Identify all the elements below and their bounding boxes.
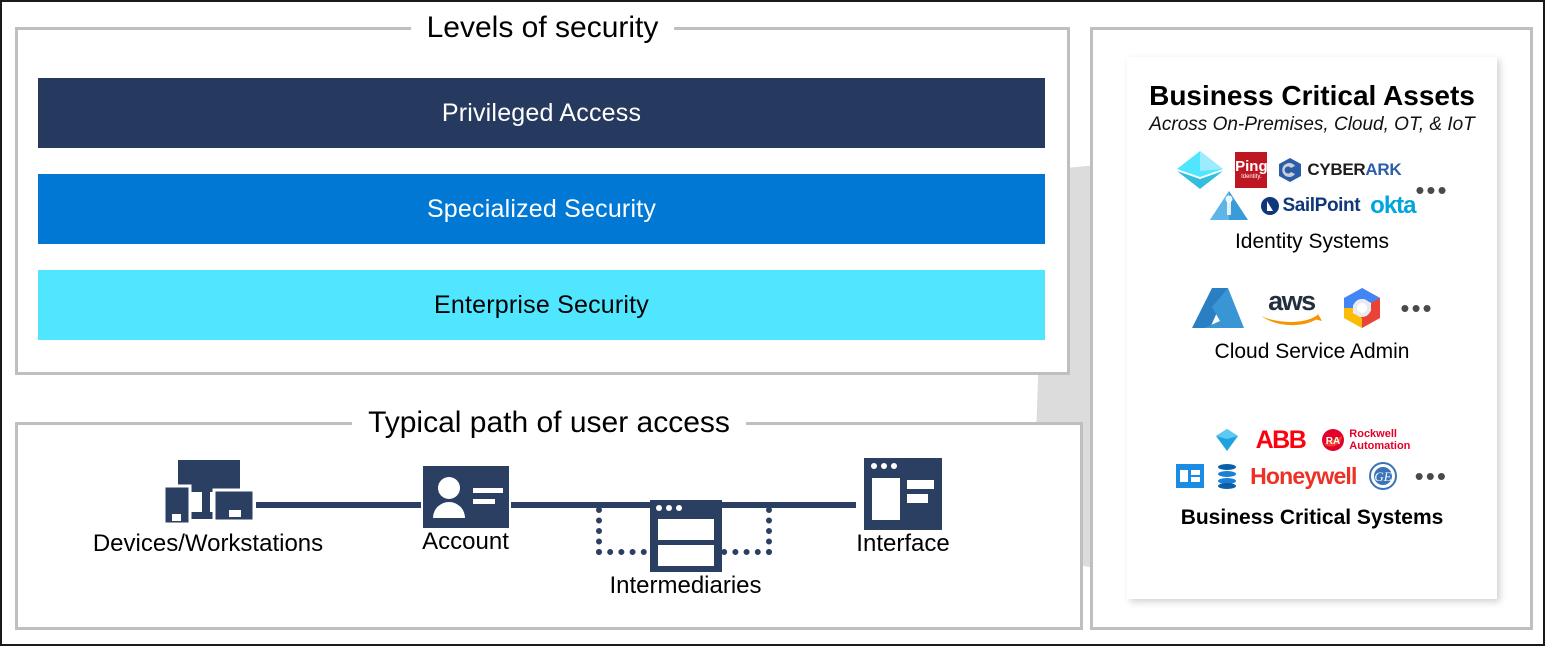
- identity-logo-rows: Ping Identity. CYBERARK ••• SailPoint ok…: [1127, 149, 1497, 223]
- aws-smile-icon: [1261, 314, 1323, 326]
- cyberark-logo-part2: ARK: [1365, 160, 1402, 179]
- ping-identity-logo-main: Ping: [1235, 158, 1268, 175]
- sap-diamond-icon: [1215, 429, 1238, 451]
- honeywell-logo: Honeywell: [1250, 462, 1357, 489]
- google-cloud-logo: [1344, 288, 1381, 328]
- security-level-bar-list: Privileged Access Specialized Security E…: [38, 78, 1045, 340]
- abb-logo: ABB: [1255, 425, 1307, 454]
- flow-node-interface[interactable]: Interface: [808, 458, 998, 558]
- azure-logo: [1192, 288, 1245, 328]
- user-access-flow: Devices/Workstations Account Intermediar…: [18, 425, 1080, 627]
- monitor-tower-icon: [162, 460, 256, 526]
- okta-logo: okta: [1370, 192, 1416, 219]
- identity-ellipsis: •••: [1415, 175, 1449, 205]
- cyberark-mark-icon: [1279, 158, 1302, 182]
- level-bar-specialized-security[interactable]: Specialized Security: [38, 174, 1045, 244]
- asset-category-label-cloud: Cloud Service Admin: [1214, 340, 1410, 363]
- level-bar-label: Privileged Access: [441, 98, 642, 127]
- rockwell-logo-line1: Rockwell: [1349, 428, 1397, 440]
- erp-window-icon: [1176, 464, 1205, 488]
- level-bar-label: Specialized Security: [426, 194, 657, 223]
- asset-category-identity-systems: Ping Identity. CYBERARK ••• SailPoint ok…: [1127, 149, 1497, 255]
- cloud-ellipsis: •••: [1400, 293, 1434, 323]
- levels-of-security-title: Levels of security: [410, 10, 675, 46]
- asset-category-label-identity: Identity Systems: [1234, 230, 1390, 253]
- bcs-logo-row-2: Honeywell GE •••: [1127, 459, 1497, 493]
- assets-panel-subtitle: Across On-Premises, Cloud, OT, & IoT: [1149, 114, 1475, 135]
- asset-category-business-critical-systems: ABB RA Rockwell Automation Honeywell GE …: [1127, 423, 1497, 531]
- ge-logo-text: GE: [1374, 469, 1391, 484]
- level-bar-label: Enterprise Security: [434, 290, 649, 319]
- azure-ad-pyramid-icon: [1177, 151, 1224, 189]
- assets-panel-title: Business Critical Assets: [1149, 80, 1475, 111]
- browser-window-icon: [649, 500, 722, 572]
- typical-path-of-user-access-group: Typical path of user access Devices/Work…: [15, 405, 1083, 630]
- ping-identity-logo-sub: Identity.: [1241, 174, 1262, 180]
- cyberark-logo-part1: CYBER: [1307, 160, 1366, 179]
- identity-logo-row-1: Ping Identity. CYBERARK •••: [1127, 149, 1497, 203]
- aws-logo-text: aws: [1268, 286, 1316, 316]
- flow-node-intermediaries[interactable]: Intermediaries: [573, 500, 798, 600]
- levels-of-security-group: Levels of security Privileged Access Spe…: [15, 10, 1070, 375]
- flow-node-label: Interface: [856, 530, 950, 557]
- level-bar-privileged-access[interactable]: Privileged Access: [38, 78, 1045, 148]
- bcs-ellipsis: •••: [1414, 461, 1448, 491]
- rockwell-automation-logo: RA Rockwell Automation: [1321, 428, 1410, 452]
- aws-logo: aws: [1258, 288, 1324, 328]
- ge-logo: GE: [1368, 462, 1397, 490]
- flow-node-devices[interactable]: Devices/Workstations: [63, 458, 353, 558]
- bcs-logo-row-1: ABB RA Rockwell Automation: [1127, 423, 1497, 457]
- cyberark-logo: CYBERARK: [1277, 157, 1402, 183]
- sailpoint-logo-text: SailPoint: [1282, 195, 1361, 216]
- flow-node-account[interactable]: Account: [363, 458, 568, 556]
- database-stack-icon: [1218, 464, 1237, 489]
- sailpoint-mark-icon: [1261, 197, 1280, 215]
- diagram-frame: Levels of security Privileged Access Spe…: [0, 0, 1545, 646]
- bcs-logo-rows: ABB RA Rockwell Automation Honeywell GE …: [1127, 423, 1497, 493]
- id-card-icon: [422, 466, 509, 528]
- svg-text:RA: RA: [1326, 436, 1340, 447]
- active-directory-pyramid-icon: [1210, 191, 1249, 220]
- rockwell-logo-line2: Automation: [1349, 440, 1411, 452]
- business-critical-assets-card: Business Critical Assets Across On-Premi…: [1127, 57, 1497, 599]
- asset-category-label-bcs: Business Critical Systems: [1180, 506, 1444, 529]
- rockwell-mark-icon: RA: [1322, 429, 1345, 451]
- flow-node-label: Devices/Workstations: [92, 530, 324, 557]
- app-window-icon: [864, 458, 942, 530]
- sailpoint-logo: SailPoint: [1260, 195, 1361, 217]
- cloud-logo-row-1: aws •••: [1127, 285, 1497, 331]
- flow-node-label: Intermediaries: [609, 572, 762, 599]
- ping-identity-logo: Ping Identity.: [1235, 152, 1268, 188]
- flow-node-label: Account: [422, 528, 509, 555]
- asset-category-cloud-service-admin: aws ••• Cloud Service Admin: [1127, 285, 1497, 365]
- level-bar-enterprise-security[interactable]: Enterprise Security: [38, 270, 1045, 340]
